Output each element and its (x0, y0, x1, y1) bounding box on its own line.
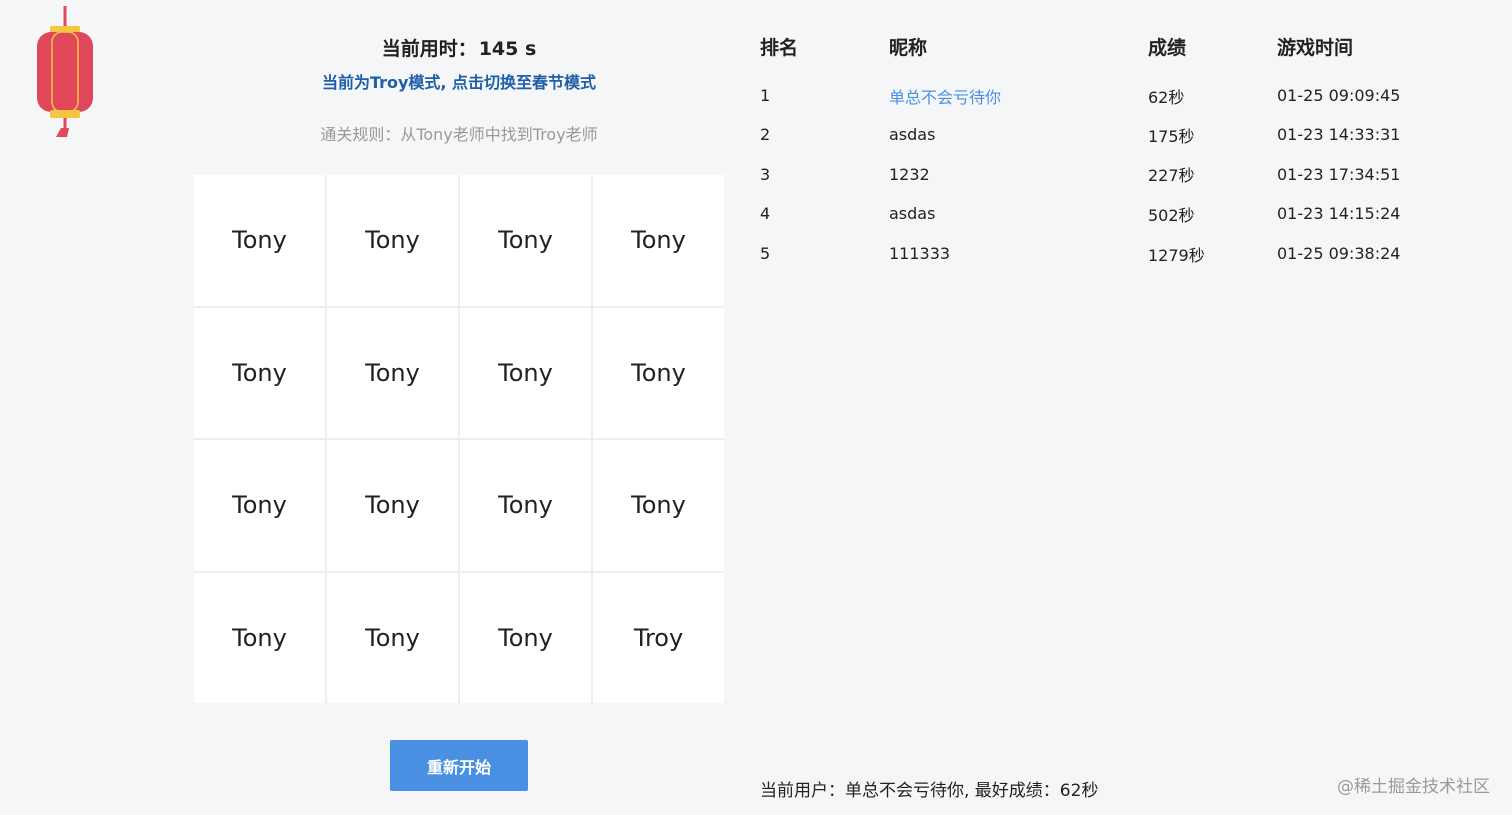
score-cell: 227秒 (1148, 166, 1195, 186)
score-cell: 175秒 (1148, 126, 1195, 146)
nickname-cell: asdas (889, 204, 936, 224)
nickname-cell: 单总不会亏待你 (889, 62, 1148, 115)
time-cell: 01-23 14:33:31 (1277, 125, 1401, 145)
rank-cell: 2 (760, 125, 771, 145)
grid-cell[interactable]: Tony (194, 440, 325, 571)
table-row: 4 asdas 502秒 01-23 14:15:24 (760, 194, 1457, 234)
header-time: 游戏时间 (1277, 36, 1354, 59)
grid-cell[interactable]: Tony (593, 440, 724, 571)
nickname-cell: asdas (889, 125, 936, 145)
grid-cell[interactable]: Tony (327, 440, 458, 571)
time-cell: 01-23 17:34:51 (1277, 164, 1401, 184)
leaderboard: 排名 昵称 成绩 游戏时间 1 单总不会亏待你 62秒 01-25 09:09:… (760, 30, 1460, 273)
score-cell: 502秒 (1148, 205, 1195, 225)
game-page: 当前用时： 145 s 当前为Troy模式, 点击切换至春节模式 通关规则：从To… (0, 0, 1512, 815)
timer-label: 当前用时： (381, 38, 477, 60)
grid-cell[interactable]: Tony (327, 175, 458, 306)
grid-cell[interactable]: Tony (460, 175, 591, 306)
grid-cell[interactable]: Tony (460, 572, 591, 703)
watermark: @稀土掘金技术社区 (1337, 777, 1490, 797)
game-grid: Tony Tony Tony Tony Tony Tony Tony Tony … (194, 175, 724, 703)
leaderboard-header-row: 排名 昵称 成绩 游戏时间 (760, 30, 1457, 62)
table-row: 2 asdas 175秒 01-23 14:33:31 (760, 115, 1457, 155)
rank-cell: 3 (760, 164, 771, 184)
grid-cell[interactable]: Tony (194, 307, 325, 438)
grid-cell[interactable]: Tony (460, 440, 591, 571)
table-row: 3 1232 227秒 01-23 17:34:51 (760, 155, 1457, 195)
table-row: 5 111333 1279秒 01-25 09:38:24 (760, 234, 1457, 274)
header-nickname: 昵称 (889, 36, 928, 59)
grid-cell[interactable]: Tony (327, 307, 458, 438)
restart-button[interactable]: 重新开始 (390, 740, 528, 791)
timer-value: 145 s (478, 38, 537, 60)
current-user-info: 当前用户：单总不会亏待你, 最好成绩：62秒 (760, 781, 1099, 801)
grid-cell[interactable]: Tony (593, 307, 724, 438)
time-cell: 01-25 09:38:24 (1277, 244, 1401, 264)
header-score: 成绩 (1148, 36, 1187, 59)
grid-cell[interactable]: Tony (194, 572, 325, 703)
time-cell: 01-23 14:15:24 (1277, 204, 1401, 224)
nickname-cell: 1232 (889, 164, 930, 184)
score-cell: 62秒 (1148, 87, 1185, 107)
timer: 当前用时： 145 s (194, 34, 724, 61)
grid-cell[interactable]: Tony (593, 175, 724, 306)
mode-switch-link[interactable]: 当前为Troy模式, 点击切换至春节模式 (194, 69, 724, 93)
time-cell: 01-25 09:09:45 (1277, 86, 1401, 105)
grid-cell[interactable]: Tony (460, 307, 591, 438)
lantern-icon (37, 6, 93, 137)
rank-cell: 1 (760, 86, 771, 105)
grid-cell[interactable]: Tony (327, 572, 458, 703)
rules-text: 通关规则：从Tony老师中找到Troy老师 (320, 125, 598, 144)
game-header: 当前用时： 145 s 当前为Troy模式, 点击切换至春节模式 通关规则：从To… (194, 34, 724, 145)
table-row: 1 单总不会亏待你 62秒 01-25 09:09:45 (760, 62, 1457, 115)
nickname-cell: 111333 (889, 244, 951, 264)
score-cell: 1279秒 (1148, 245, 1205, 265)
header-rank: 排名 (760, 36, 799, 59)
rank-cell: 4 (760, 204, 771, 224)
nickname-link[interactable]: 单总不会亏待你 (889, 88, 1001, 107)
leaderboard-table: 排名 昵称 成绩 游戏时间 1 单总不会亏待你 62秒 01-25 09:09:… (760, 30, 1457, 273)
grid-cell[interactable]: Tony (194, 175, 325, 306)
grid-cell[interactable]: Troy (593, 572, 724, 703)
rank-cell: 5 (760, 244, 771, 264)
